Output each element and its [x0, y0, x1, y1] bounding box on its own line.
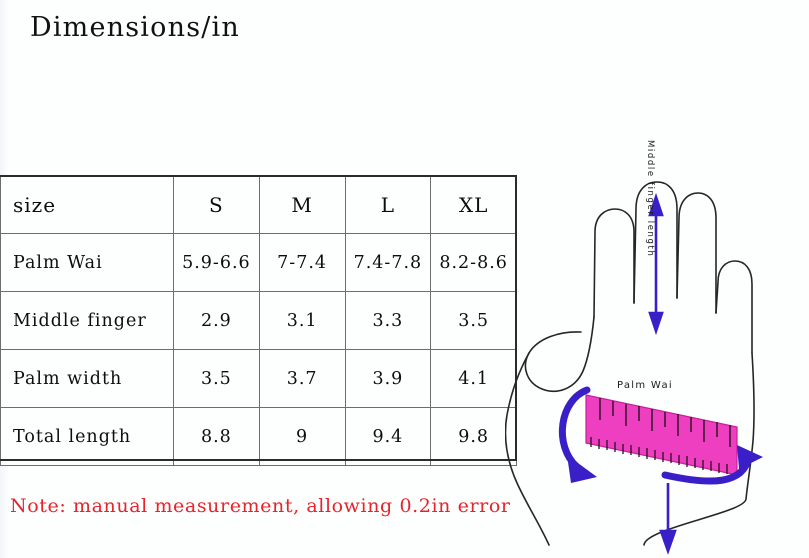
table-row: Palm width 3.5 3.7 3.9 4.1 — [0, 349, 517, 408]
cell: 2.9 — [173, 291, 260, 350]
cell: 7-7.4 — [258, 233, 346, 292]
cell: 4.1 — [430, 349, 517, 408]
column-header-xl: XL — [430, 175, 517, 234]
column-header-m: M — [258, 175, 346, 234]
page-title: Dimensions/in — [30, 12, 240, 43]
cell: 8.2-8.6 — [430, 233, 517, 292]
cell: 9.8 — [430, 407, 517, 466]
cell: 5.9-6.6 — [173, 233, 260, 292]
cell: 3.7 — [258, 349, 346, 408]
wrap-arrow-left-head-icon — [567, 455, 597, 483]
table-header-row: size S M L XL — [0, 175, 517, 234]
column-header-s: S — [173, 175, 260, 234]
cell: 3.5 — [430, 291, 517, 350]
cell: 3.3 — [344, 291, 432, 350]
size-table: size S M L XL Palm Wai 5.9-6.6 7-7.4 7.4… — [0, 175, 517, 466]
cell: 9.4 — [344, 407, 432, 466]
wrap-arrow-left-icon — [558, 386, 591, 471]
hand-measurement-diagram — [505, 85, 809, 558]
row-label: Middle finger — [0, 291, 174, 350]
size-chart-page: Dimensions/in size S M L XL Palm Wai 5.9… — [0, 0, 809, 558]
row-label: Palm Wai — [0, 233, 174, 292]
middle-finger-length-label: Middle finger length — [645, 140, 655, 258]
cell: 3.9 — [344, 349, 432, 408]
cell: 3.1 — [258, 291, 346, 350]
table-row: Total length 8.8 9 9.4 9.8 — [0, 407, 517, 466]
cell: 3.5 — [173, 349, 260, 408]
column-header-size: size — [0, 175, 174, 234]
total-length-arrow-icon — [659, 483, 677, 555]
row-label: Total length — [0, 407, 174, 466]
table-row: Middle finger 2.9 3.1 3.3 3.5 — [0, 291, 517, 350]
hand-outline-icon — [505, 181, 755, 546]
table-row: Palm Wai 5.9-6.6 7-7.4 7.4-7.8 8.2-8.6 — [0, 233, 517, 292]
measuring-tape — [585, 394, 738, 476]
cell: 8.8 — [173, 407, 260, 466]
cell: 7.4-7.8 — [344, 233, 432, 292]
measurement-note: Note: manual measurement, allowing 0.2in… — [10, 495, 511, 517]
row-label: Palm width — [0, 349, 174, 408]
column-header-l: L — [344, 175, 432, 234]
cell: 9 — [258, 407, 346, 466]
palm-wai-label: Palm Wai — [617, 380, 673, 391]
